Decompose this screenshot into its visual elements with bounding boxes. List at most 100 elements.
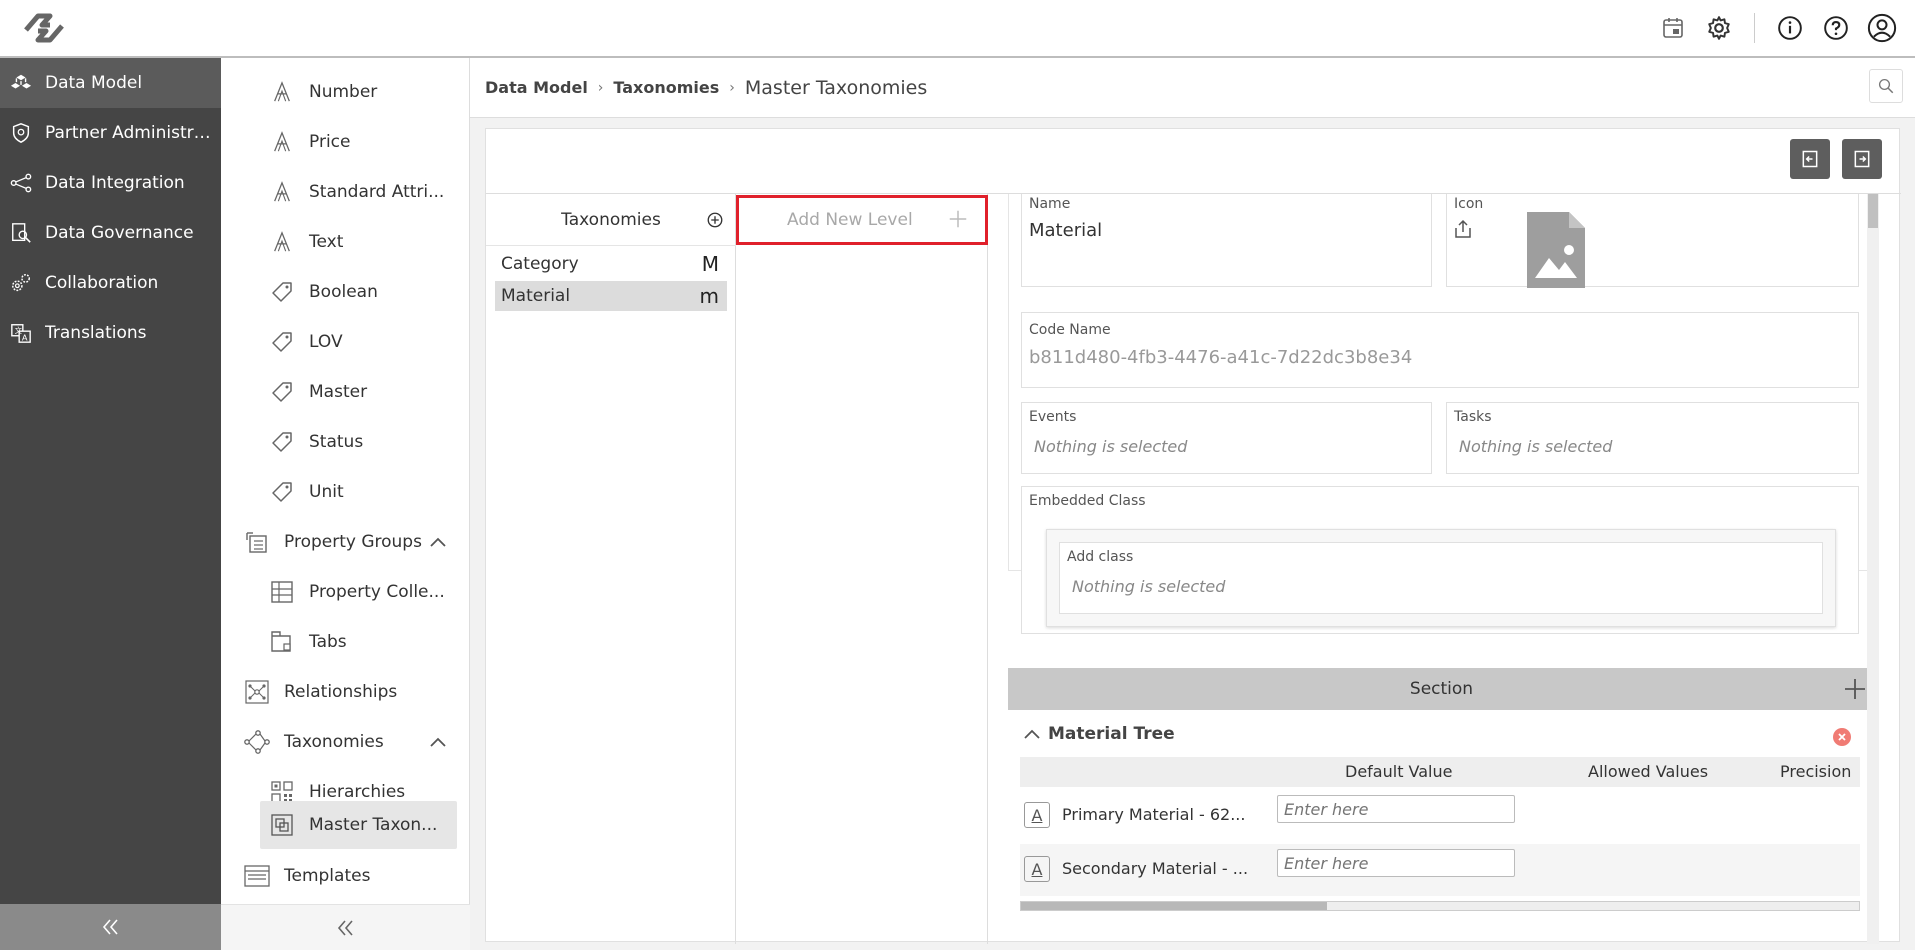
taxonomy-type-badge: M: [701, 252, 719, 276]
sub-item-label: Unit: [309, 482, 344, 502]
sub-item-number[interactable]: Number: [269, 68, 377, 116]
info-icon[interactable]: [1775, 13, 1805, 43]
sub-item-label: Number: [309, 82, 378, 102]
nav-item-translations[interactable]: 文A Translations: [0, 308, 221, 358]
column-allowed-values: Allowed Values: [1588, 762, 1709, 781]
add-new-level-label: Add New Level: [787, 210, 913, 230]
sub-item-lov[interactable]: LOV: [269, 318, 343, 366]
user-icon[interactable]: [1867, 13, 1897, 43]
sub-item-price[interactable]: Price: [269, 118, 350, 166]
section-title: Section: [1409, 679, 1474, 699]
add-section-icon[interactable]: [1843, 677, 1867, 706]
search-button[interactable]: [1869, 69, 1903, 103]
nav-item-data-model[interactable]: Data Model: [0, 58, 221, 108]
export-button[interactable]: [1842, 139, 1882, 179]
sub-item-label: Master Taxon...: [309, 815, 438, 835]
sub-item-boolean[interactable]: Boolean: [269, 268, 378, 316]
tasks-label: Tasks: [1454, 409, 1492, 425]
tasks-field[interactable]: Tasks Nothing is selected: [1446, 402, 1859, 474]
taxonomy-label: Category: [501, 254, 579, 274]
nav-item-data-integration[interactable]: Data Integration: [0, 158, 221, 208]
code-name-field[interactable]: Code Name b811d480-4fb3-4476-a41c-7d22dc…: [1021, 312, 1859, 388]
sub-item-relationships[interactable]: Relationships: [244, 668, 397, 716]
collapse-nav-button[interactable]: [0, 904, 221, 950]
sub-item-label: Taxonomies: [284, 732, 384, 752]
vertical-scrollbar[interactable]: [1867, 194, 1879, 944]
image-placeholder-icon: [1527, 212, 1585, 292]
sub-item-taxonomies[interactable]: Taxonomies: [244, 718, 460, 766]
nav-item-collaboration[interactable]: Collaboration: [0, 258, 221, 308]
double-chevron-left-icon: [102, 919, 118, 935]
material-tree-toggle[interactable]: Material Tree: [1024, 724, 1175, 744]
chevron-up-icon[interactable]: [430, 532, 446, 552]
code-name-label: Code Name: [1029, 322, 1111, 338]
default-value-input[interactable]: [1277, 849, 1515, 877]
export-icon: [1854, 150, 1870, 168]
material-tree-title: Material Tree: [1048, 724, 1175, 744]
share-icon: [9, 171, 33, 195]
scrollbar-thumb[interactable]: [1021, 902, 1327, 910]
import-icon: [1802, 150, 1818, 168]
add-class-box: Add class Nothing is selected: [1046, 529, 1836, 627]
chevron-up-icon[interactable]: [430, 732, 446, 752]
upload-icon[interactable]: [1454, 219, 1472, 243]
sub-item-standard-attributes[interactable]: Standard Attri...: [269, 168, 444, 216]
cubes-icon: [9, 71, 33, 95]
taxonomy-row-material[interactable]: Material m: [495, 281, 727, 311]
breadcrumb-item-taxonomies[interactable]: Taxonomies: [613, 78, 719, 97]
details-panel: Name Material Icon Code Name b811d480-4f…: [1008, 194, 1879, 944]
sub-item-label: Master: [309, 382, 368, 402]
nav-item-label: Partner Administrati...: [45, 123, 215, 143]
top-icons: [1658, 10, 1897, 46]
add-class-field[interactable]: Add class Nothing is selected: [1059, 542, 1823, 614]
grid-icon: [269, 579, 295, 605]
text-attribute-icon: A: [1024, 802, 1050, 828]
scrollbar-thumb[interactable]: [1868, 194, 1878, 228]
nav-item-label: Data Integration: [45, 173, 185, 193]
column-default-value: Default Value: [1345, 762, 1453, 781]
translate-icon: 文A: [9, 321, 33, 345]
sub-item-property-collections[interactable]: Property Colle...: [269, 568, 445, 616]
add-new-level-button[interactable]: Add New Level: [736, 195, 988, 245]
sub-item-tabs[interactable]: Tabs: [269, 618, 347, 666]
plus-icon: [947, 208, 969, 235]
taxonomy-row-category[interactable]: Category M: [495, 249, 727, 279]
sub-item-status[interactable]: Status: [269, 418, 363, 466]
sub-item-label: LOV: [309, 332, 343, 352]
tag-icon: [269, 329, 295, 355]
tabs-icon: [269, 629, 295, 655]
sub-item-label: Relationships: [284, 682, 398, 702]
gear-icon[interactable]: [1704, 13, 1734, 43]
top-bar: [0, 0, 1915, 58]
remove-section-icon[interactable]: [1833, 728, 1851, 746]
collapse-subnav-button[interactable]: [221, 904, 470, 950]
sub-item-unit[interactable]: Unit: [269, 468, 344, 516]
sub-item-label: Templates: [284, 866, 371, 886]
sub-item-text[interactable]: Text: [269, 218, 343, 266]
add-taxonomy-icon[interactable]: [706, 211, 724, 234]
nav-item-partner-administration[interactable]: Partner Administrati...: [0, 108, 221, 158]
events-field[interactable]: Events Nothing is selected: [1021, 402, 1432, 474]
table-header: Default Value Allowed Values Precision: [1020, 757, 1860, 787]
taxonomy-type-badge: m: [699, 284, 719, 308]
search-doc-icon: [9, 221, 33, 245]
help-icon[interactable]: [1821, 13, 1851, 43]
default-value-input[interactable]: [1277, 795, 1515, 823]
events-label: Events: [1029, 409, 1077, 425]
sub-item-master-taxonomies[interactable]: Master Taxon...: [260, 801, 457, 849]
import-button[interactable]: [1790, 139, 1830, 179]
embedded-class-field: Embedded Class Add class Nothing is sele…: [1021, 486, 1859, 634]
app-logo-icon[interactable]: [20, 8, 68, 48]
taxonomy-label: Material: [501, 286, 571, 306]
sub-item-label: Price: [309, 132, 351, 152]
horizontal-scrollbar[interactable]: [1020, 901, 1860, 911]
sub-item-templates[interactable]: Templates: [244, 852, 370, 900]
sub-item-master[interactable]: Master: [269, 368, 367, 416]
sub-item-property-groups[interactable]: Property Groups: [244, 518, 460, 566]
breadcrumb-item-data-model[interactable]: Data Model: [485, 78, 588, 97]
calendar-icon[interactable]: [1658, 13, 1688, 43]
property-groups-icon: [244, 529, 270, 555]
name-field[interactable]: Name Material: [1021, 194, 1432, 287]
table-row: A Primary Material - 62...: [1020, 790, 1860, 842]
nav-item-data-governance[interactable]: Data Governance: [0, 208, 221, 258]
